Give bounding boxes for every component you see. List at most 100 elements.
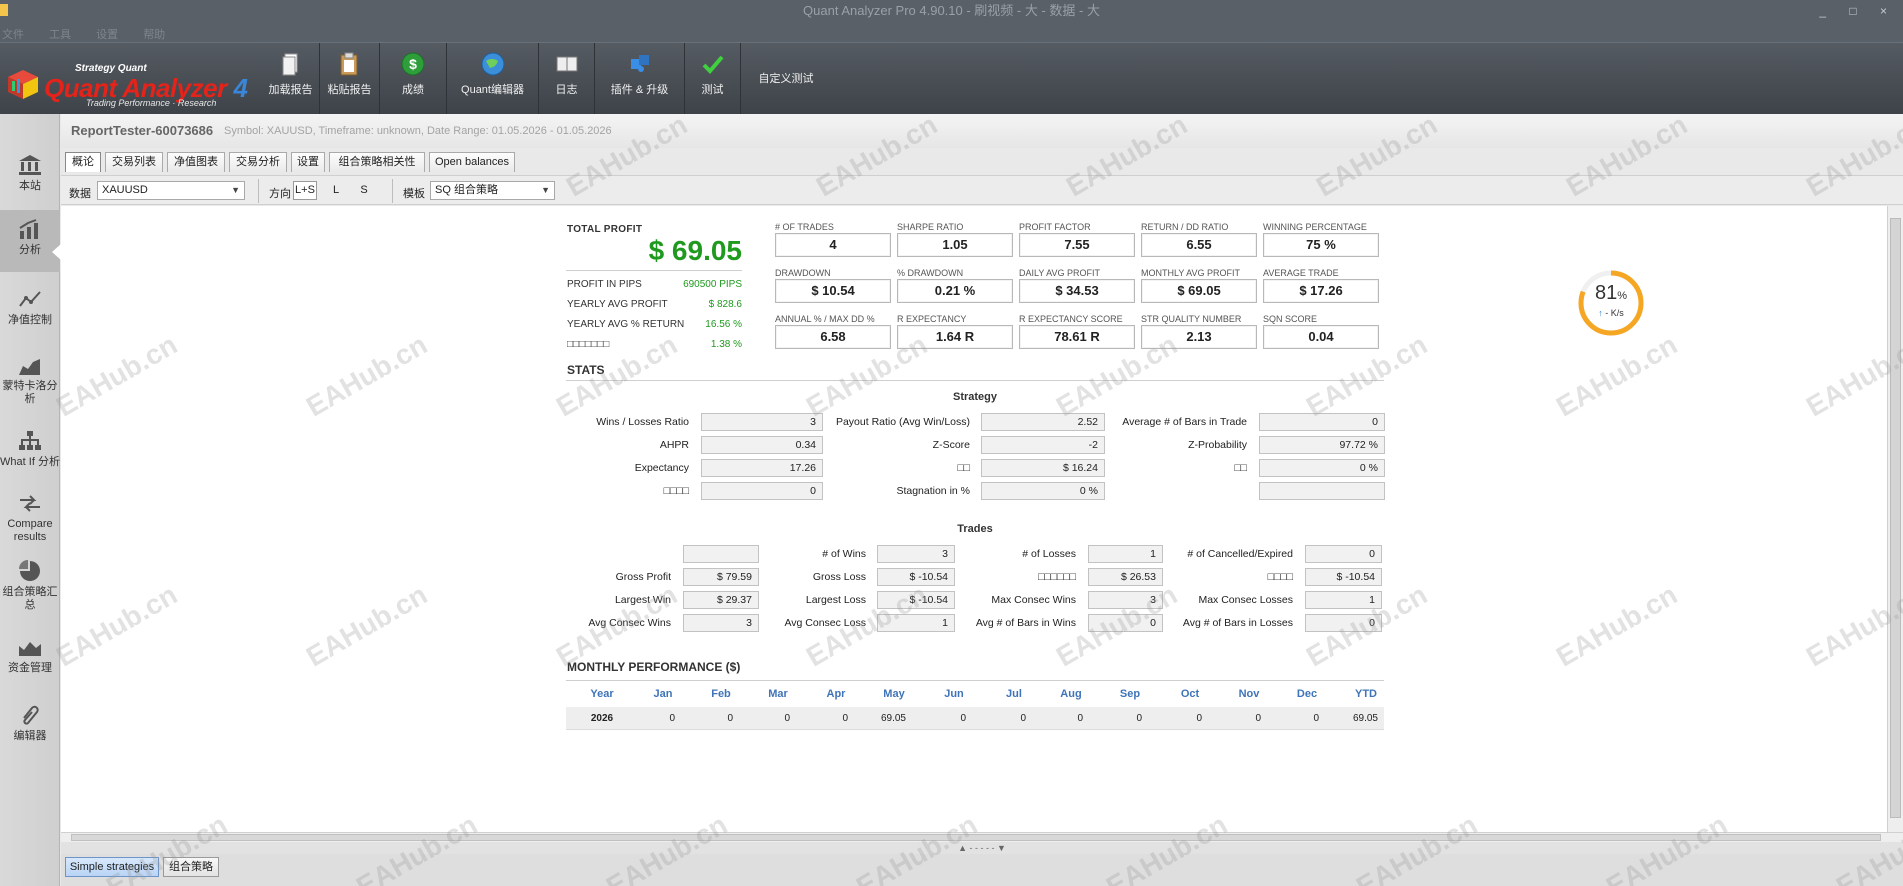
sidebar-item-compare-results[interactable]: Compare results: [0, 492, 60, 544]
menu-help[interactable]: 帮助: [143, 22, 165, 42]
total-profit-value: $ 69.05: [648, 235, 742, 266]
tab-trade-analysis[interactable]: 交易分析: [229, 152, 287, 172]
metric-label: STR QUALITY NUMBER: [1141, 314, 1242, 324]
stat-label: Avg # of Bars in Losses: [1182, 617, 1293, 629]
book-icon: [556, 56, 577, 72]
stats-title: STATS: [567, 363, 605, 377]
tab-open-balances[interactable]: Open balances: [429, 152, 515, 172]
sidebar-item-analysis[interactable]: 分析: [0, 210, 61, 272]
tab-settings[interactable]: 设置: [291, 152, 325, 172]
stat-label: Largest Loss: [805, 594, 866, 606]
stat-label: Average # of Bars in Trade: [1122, 416, 1247, 428]
hierarchy-icon: [19, 431, 41, 450]
table-cell: 0: [1136, 713, 1142, 724]
chevron-down-icon: ▼: [541, 185, 550, 195]
sidebar-item-money-management[interactable]: 资金管理: [0, 636, 60, 675]
menu-file[interactable]: 文件: [2, 22, 24, 42]
report-name: ReportTester-60073686: [71, 123, 214, 138]
horizontal-scrollbar[interactable]: [61, 832, 1903, 842]
metric-label: ANNUAL % / MAX DD %: [775, 314, 875, 324]
stat-value: 0: [1259, 413, 1385, 431]
column-header: Nov: [1238, 688, 1260, 700]
clipboard-icon: [340, 52, 357, 76]
logo-cube-icon: [8, 70, 38, 99]
custom-test-button[interactable]: 自定义测试: [741, 43, 831, 115]
dollar-coin-icon: $: [401, 52, 425, 76]
column-header: Sep: [1119, 688, 1141, 700]
stat-label: AHPR: [659, 439, 689, 451]
template-select[interactable]: SQ 组合策略 ▼: [430, 181, 555, 200]
tab-portfolio-correlation[interactable]: 组合策略相关性: [329, 152, 425, 172]
stat-value: 0: [1305, 614, 1382, 632]
paste-report-button[interactable]: 粘贴报告: [320, 43, 380, 115]
sidebar-item-editor[interactable]: 编辑器: [0, 704, 60, 743]
total-profit-label: TOTAL PROFIT: [567, 224, 643, 235]
tab-equity-chart[interactable]: 净值图表: [167, 152, 225, 172]
test-button[interactable]: 测试: [685, 43, 741, 115]
column-header: Jun: [944, 688, 964, 700]
divider: [566, 680, 1384, 681]
checkmark-icon: [702, 55, 724, 74]
table-cell: 0: [1077, 713, 1083, 724]
summary-label: PROFIT IN PIPS: [567, 279, 642, 290]
sidebar-item-montecarlo[interactable]: 蒙特卡洛分析: [0, 354, 60, 406]
stat-label: Gross Loss: [812, 571, 866, 583]
metric-label: SQN SCORE: [1263, 314, 1318, 324]
tab-overview[interactable]: 概论: [65, 152, 101, 172]
sidebar-item-home[interactable]: 本站: [0, 154, 60, 193]
quant-editor-button[interactable]: Quant编辑器: [447, 43, 539, 115]
stat-label: Z-Probability: [1188, 439, 1247, 451]
sidebar-item-equity-control[interactable]: 净值控制: [0, 288, 60, 327]
left-sidebar: 本站 分析 净值控制 蒙特卡洛分析 What If 分析 Compare res…: [0, 114, 61, 886]
direction-long[interactable]: L: [329, 181, 343, 200]
vertical-scrollbar[interactable]: [1887, 206, 1903, 832]
column-header: Jan: [653, 688, 673, 700]
montecarlo-icon: [19, 359, 40, 375]
direction-long-short[interactable]: L+S: [293, 181, 317, 200]
column-header: May: [883, 688, 905, 700]
window-controls[interactable]: _ □ ×: [1819, 0, 1897, 22]
stat-value: 1: [1305, 591, 1382, 609]
direction-short[interactable]: S: [357, 181, 371, 200]
metric-label: WINNING PERCENTAGE: [1263, 222, 1367, 232]
plugins-upgrade-button[interactable]: 插件 & 升级: [595, 43, 685, 115]
metric-label: % DRAWDOWN: [897, 268, 964, 278]
scroll-thumb[interactable]: [71, 834, 1881, 841]
menu-tools[interactable]: 工具: [49, 22, 71, 42]
metric-value: $ 10.54: [775, 279, 891, 303]
sidebar-item-what-if[interactable]: What If 分析: [0, 430, 60, 469]
scroll-thumb[interactable]: [1890, 218, 1901, 818]
stat-label: Stagnation in %: [896, 485, 970, 497]
panel-splitter[interactable]: ▲ - - - - - ▼: [61, 842, 1903, 854]
tab-portfolio-strategies[interactable]: 组合策略: [163, 857, 219, 877]
strategy-subtitle: Strategy: [952, 391, 998, 403]
column-header: Jul: [1006, 688, 1022, 700]
tab-trade-list[interactable]: 交易列表: [105, 152, 163, 172]
stat-label: Expectancy: [634, 462, 689, 474]
table-cell: 69.05: [1352, 713, 1378, 724]
sidebar-item-portfolio-summary[interactable]: 组合策略汇总: [0, 560, 60, 612]
table-cell: 2026: [590, 713, 614, 724]
menu-settings[interactable]: 设置: [96, 22, 118, 42]
chevron-down-icon: ▼: [231, 185, 240, 195]
summary-value: 690500 PIPS: [683, 279, 742, 290]
tab-simple-strategies[interactable]: Simple strategies: [65, 857, 159, 877]
separator: [258, 179, 259, 203]
metric-value: 1.64 R: [897, 325, 1013, 349]
summary-value: 16.56 %: [705, 319, 742, 330]
table-cell: 0: [669, 713, 675, 724]
load-report-button[interactable]: 加载报告: [262, 43, 320, 115]
data-label: 数据: [69, 188, 91, 200]
sidebar-item-label: 本站: [19, 180, 41, 192]
sidebar-item-label: 净值控制: [8, 314, 52, 326]
divider: [566, 270, 742, 271]
metric-value: $ 69.05: [1141, 279, 1257, 303]
gauge-percent: 81%: [1594, 282, 1628, 304]
trades-subtitle: Trades: [957, 523, 993, 535]
log-button[interactable]: 日志: [539, 43, 595, 115]
table-cell: 0: [727, 713, 733, 724]
data-select[interactable]: XAUUSD ▼: [97, 181, 245, 200]
column-header: Aug: [1060, 688, 1082, 700]
stat-label: □□□□□□: [1037, 571, 1076, 583]
results-button[interactable]: $ 成绩: [380, 43, 447, 115]
